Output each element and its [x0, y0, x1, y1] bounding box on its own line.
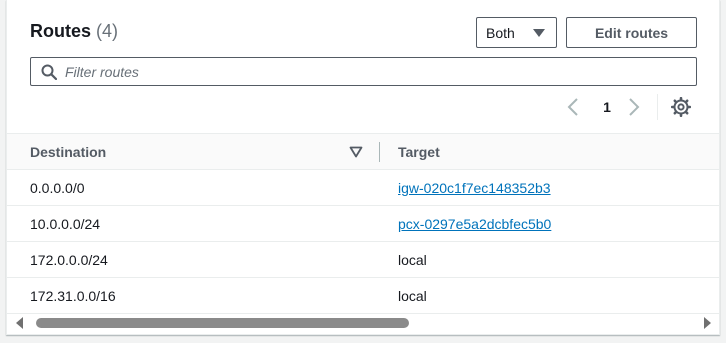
table-row: 10.0.0.0/24 pcx-0297e5a2dcbfec5b0: [7, 206, 719, 242]
target-link[interactable]: igw-020c1f7ec148352b3: [398, 180, 551, 196]
chevron-left-icon: [567, 98, 578, 116]
target-link[interactable]: pcx-0297e5a2dcbfec5b0: [398, 216, 551, 232]
page-number-button[interactable]: 1: [601, 96, 613, 118]
destination-cell: 0.0.0.0/0: [30, 179, 85, 196]
filter-routes-field[interactable]: [30, 57, 697, 86]
gear-icon[interactable]: [671, 97, 691, 117]
next-page-button[interactable]: [628, 96, 644, 118]
title-text: Routes: [30, 21, 92, 41]
destination-cell: 172.0.0.0/24: [30, 251, 108, 268]
column-header-destination[interactable]: Destination: [7, 134, 380, 170]
pager-divider: [657, 94, 658, 120]
scroll-left-arrow-icon[interactable]: [16, 317, 23, 329]
table-row: 172.0.0.0/24 local: [7, 242, 719, 278]
scroll-right-arrow-icon[interactable]: [704, 317, 711, 329]
table-row: 172.31.0.0/16 local: [7, 278, 719, 314]
table-row: 0.0.0.0/0 igw-020c1f7ec148352b3: [7, 170, 719, 206]
target-cell: local: [398, 287, 427, 304]
filter-type-value: Both: [486, 24, 515, 41]
scrollbar-thumb[interactable]: [36, 318, 409, 328]
destination-cell: 10.0.0.0/24: [30, 215, 101, 232]
destination-cell: 172.31.0.0/16: [30, 287, 116, 304]
routes-table: Destination Target 0.0.0.0/0 igw-020c1f7…: [7, 133, 719, 314]
filter-type-select[interactable]: Both: [476, 17, 557, 48]
search-icon: [41, 64, 57, 80]
filter-routes-input[interactable]: [65, 58, 685, 85]
column-header-label: Destination: [30, 143, 107, 160]
target-cell: local: [398, 251, 427, 268]
previous-page-button[interactable]: [567, 96, 583, 118]
horizontal-scrollbar[interactable]: [7, 313, 719, 333]
caret-down-icon: [533, 29, 545, 37]
edit-routes-button[interactable]: Edit routes: [566, 17, 697, 48]
route-count: (4): [96, 21, 119, 41]
column-header-label: Target: [398, 143, 440, 160]
routes-panel: Routes (4) Both Edit routes 1: [6, 0, 720, 335]
page-title: Routes (4): [30, 21, 118, 42]
column-header-target[interactable]: Target: [380, 134, 719, 170]
table-header-row: Destination Target: [7, 133, 719, 170]
chevron-right-icon: [629, 98, 640, 116]
sort-descending-icon[interactable]: [349, 146, 363, 158]
